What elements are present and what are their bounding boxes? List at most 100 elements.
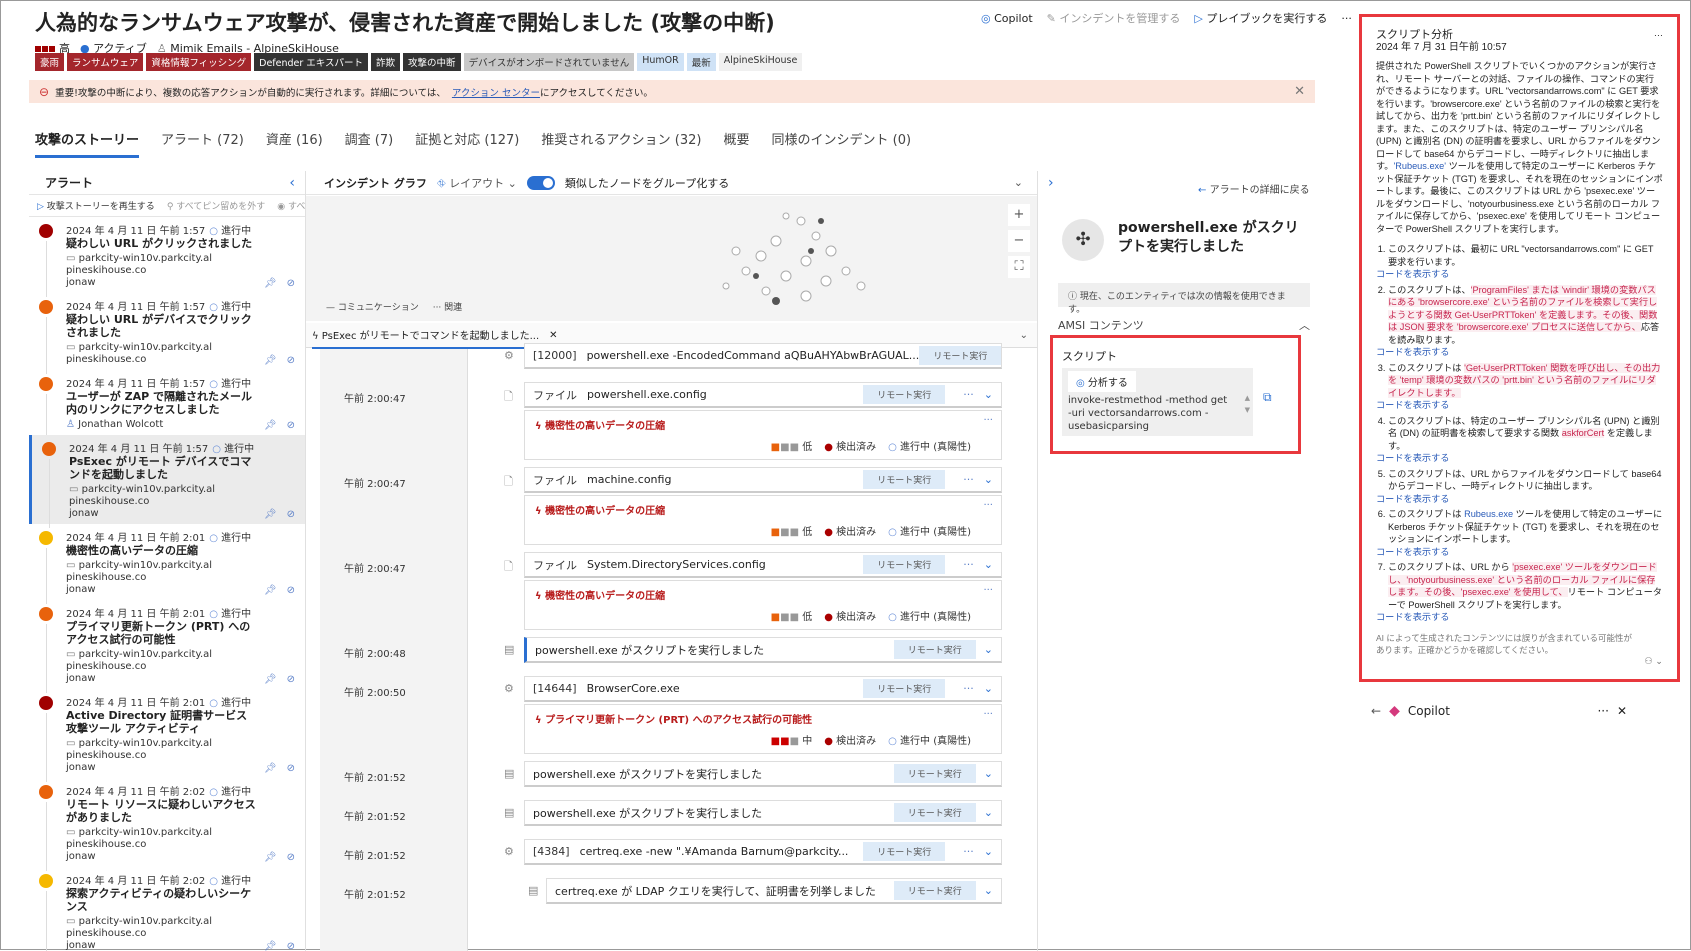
event-card[interactable]: ファイル System.DirectoryServices.config リモート実… xyxy=(524,552,1002,578)
show-code-link[interactable]: コードを表示する xyxy=(1376,611,1663,624)
more-icon[interactable]: ··· xyxy=(963,388,974,401)
event-card[interactable]: ファイル powershell.exe.config リモート実行 ··· ⌄ xyxy=(524,382,1002,408)
collapse-chevron-icon[interactable]: ‹ xyxy=(289,175,295,191)
more-icon[interactable]: ··· xyxy=(983,415,993,426)
device-name[interactable]: parkcity-win10v.parkcity.alpineskihouse.… xyxy=(66,560,212,583)
tab-1[interactable]: アラート (72) xyxy=(161,129,244,158)
alert-title[interactable]: 機密性の高いデータの圧縮 xyxy=(66,544,256,557)
alert-title[interactable]: リモート リソースに疑わしいアクセスがありました xyxy=(66,798,256,824)
user-name[interactable]: Jonathan Wolcott xyxy=(78,419,163,430)
back-arrow-icon[interactable]: ← xyxy=(1371,704,1381,718)
user-name[interactable]: jonaw xyxy=(66,762,96,773)
pin-icon[interactable]: 📌︎ xyxy=(264,585,277,596)
copy-icon[interactable]: ⧉ xyxy=(1263,390,1272,405)
chevron-down-icon[interactable]: ⌄ xyxy=(1020,330,1028,341)
tab-3[interactable]: 調査 (7) xyxy=(345,129,394,158)
more-button[interactable]: ··· xyxy=(1341,12,1352,25)
event-card[interactable]: powershell.exe がスクリプトを実行しました リモート実行 ⌄ xyxy=(524,800,1002,826)
tab-7[interactable]: 同様のインシデント (0) xyxy=(772,129,912,158)
more-icon[interactable]: ··· xyxy=(963,558,974,571)
chevron-down-icon[interactable]: ⌄ xyxy=(984,884,993,897)
run-playbook-button[interactable]: ▷ プレイブックを実行する xyxy=(1194,10,1327,26)
hide-icon[interactable]: ⊘ xyxy=(287,420,295,431)
zoom-out-button[interactable]: − xyxy=(1008,230,1030,252)
tab-0[interactable]: 攻撃のストーリー xyxy=(35,129,140,158)
alert-card-title[interactable]: ϟ 機密性の高いデータの圧縮 xyxy=(535,417,665,432)
zoom-in-button[interactable]: + xyxy=(1008,204,1030,226)
close-icon[interactable]: ✕ xyxy=(1617,704,1627,718)
user-name[interactable]: jonaw xyxy=(66,277,96,288)
pin-icon[interactable]: 📌︎ xyxy=(264,420,277,431)
alert-card[interactable]: ϟ 機密性の高いデータの圧縮 ··· ■■■ 低 ● 検出済み ○ 進行中 (真陽性) xyxy=(524,495,1002,545)
event-card[interactable]: powershell.exe がスクリプトを実行しました リモート実行 ⌄ xyxy=(524,761,1002,787)
pin-icon[interactable]: 📌︎ xyxy=(264,674,277,685)
event-card[interactable]: certreq.exe が LDAP クエリを実行して、証明書を列挙しました リモ… xyxy=(546,878,1002,904)
chevron-down-icon[interactable]: ⌄ xyxy=(984,558,993,571)
device-name[interactable]: parkcity-win10v.parkcity.alpineskihouse.… xyxy=(66,827,212,850)
show-code-link[interactable]: コードを表示する xyxy=(1376,346,1663,359)
more-icon[interactable]: ··· xyxy=(983,500,993,511)
alert-card[interactable]: ϟ 機密性の高いデータの圧縮 ··· ■■■ 低 ● 検出済み ○ 進行中 (真陽性) xyxy=(524,410,1002,460)
tab-2[interactable]: 資産 (16) xyxy=(266,129,323,158)
chevron-down-icon[interactable]: ⌄ xyxy=(984,767,993,780)
hide-icon[interactable]: ⊘ xyxy=(287,278,295,289)
hide-icon[interactable]: ⊘ xyxy=(287,674,295,685)
chevron-down-icon[interactable]: ⌄ xyxy=(984,388,993,401)
rubeus-link[interactable]: 'Rubeus.exe' xyxy=(1393,161,1446,171)
expand-chevron-icon[interactable]: ⌄ xyxy=(1014,176,1023,189)
analyze-button[interactable]: ◎ 分析する xyxy=(1068,371,1136,392)
rubeus-link[interactable]: Rubeus.exe xyxy=(1464,509,1513,519)
user-name[interactable]: jonaw xyxy=(69,508,99,519)
unpin-all-button[interactable]: ⚲ すべてピン留めを外す xyxy=(167,199,265,212)
event-card[interactable]: [14644] BrowserCore.exe リモート実行 ··· ⌄ xyxy=(524,676,1002,702)
alert-item[interactable]: 2024 年 4 月 11 日 午前 1:57進行中PsExec がリモート デ… xyxy=(29,435,305,528)
manage-incident-button[interactable]: ✎ インシデントを管理する xyxy=(1047,10,1181,26)
more-options-icon[interactable]: ··· xyxy=(1597,704,1608,718)
script-text[interactable]: invoke-restmethod -method get -uri vecto… xyxy=(1068,394,1233,433)
graph-canvas[interactable]: + − ⛶ — コミュニケーション ··· 関連 xyxy=(306,196,1037,321)
event-card[interactable]: powershell.exe がスクリプトを実行しました リモート実行 ⌄ xyxy=(524,637,1002,663)
device-name[interactable]: parkcity-win10v.parkcity.alpineskihouse.… xyxy=(66,916,212,939)
show-code-link[interactable]: コードを表示する xyxy=(1376,546,1663,559)
hide-icon[interactable]: ⊘ xyxy=(287,763,295,774)
layout-dropdown[interactable]: ⛗ レイアウト ⌄ xyxy=(437,175,517,191)
alert-title[interactable]: 疑わしい URL がデバイスでクリックされました xyxy=(66,313,256,339)
hide-icon[interactable]: ⊘ xyxy=(287,585,295,596)
more-options-icon[interactable]: ··· xyxy=(1654,29,1663,42)
device-name[interactable]: parkcity-win10v.parkcity.alpineskihouse.… xyxy=(69,484,215,507)
alert-item[interactable]: 2024 年 4 月 11 日 午前 2:01進行中機密性の高いデータの圧縮 ▭ … xyxy=(29,524,305,604)
chevron-down-icon[interactable]: ⌄ xyxy=(984,845,993,858)
alert-card[interactable]: ϟ プライマリ更新トークン (PRT) へのアクセス試行の可能性 ··· ■■■ 中… xyxy=(524,704,1002,754)
alert-item[interactable]: 2024 年 4 月 11 日 午前 1:57進行中疑わしい URL がデバイス… xyxy=(29,293,305,374)
pin-icon[interactable]: 📌︎ xyxy=(264,852,277,863)
event-card[interactable]: [4384] certreq.exe -new ".¥Amanda Barnum@… xyxy=(524,839,1002,865)
alert-card[interactable]: ϟ 機密性の高いデータの圧縮 ··· ■■■ 低 ● 検出済み ○ 進行中 (真陽性) xyxy=(524,580,1002,630)
alert-item[interactable]: 2024 年 4 月 11 日 午前 2:02進行中探索アクティビティの疑わしい… xyxy=(29,867,305,951)
device-name[interactable]: parkcity-win10v.parkcity.alpineskihouse.… xyxy=(66,649,212,672)
device-name[interactable]: parkcity-win10v.parkcity.alpineskihouse.… xyxy=(66,738,212,761)
hide-icon[interactable]: ⊘ xyxy=(287,355,295,366)
play-story-button[interactable]: ▷ 攻撃ストーリーを再生する xyxy=(37,199,155,212)
alert-title[interactable]: ユーザーが ZAP で隔離されたメール内のリンクにアクセスしました xyxy=(66,390,256,416)
amsi-header[interactable]: AMSI コンテンツ ︿ xyxy=(1058,317,1310,333)
show-code-link[interactable]: コードを表示する xyxy=(1376,493,1663,506)
pin-icon[interactable]: 📌︎ xyxy=(264,763,277,774)
device-name[interactable]: parkcity-win10v.parkcity.alpineskihouse.… xyxy=(66,342,212,365)
alert-title[interactable]: プライマリ更新トークン (PRT) へのアクセス試行の可能性 xyxy=(66,620,256,646)
device-name[interactable]: parkcity-win10v.parkcity.alpineskihouse.… xyxy=(66,253,212,276)
user-name[interactable]: jonaw xyxy=(66,584,96,595)
show-code-link[interactable]: コードを表示する xyxy=(1376,268,1663,281)
expand-right-icon[interactable]: › xyxy=(1048,175,1054,191)
alert-title[interactable]: 探索アクティビティの疑わしいシーケンス xyxy=(66,887,256,913)
alert-card-title[interactable]: ϟ 機密性の高いデータの圧縮 xyxy=(535,502,665,517)
show-code-link[interactable]: コードを表示する xyxy=(1376,399,1663,412)
tab-4[interactable]: 証拠と対応 (127) xyxy=(415,129,519,158)
group-nodes-toggle[interactable] xyxy=(526,175,555,190)
fit-screen-button[interactable]: ⛶ xyxy=(1008,256,1030,278)
chevron-down-icon[interactable]: ⌄ xyxy=(984,806,993,819)
pin-icon[interactable]: 📌︎ xyxy=(264,509,277,520)
alert-item[interactable]: 2024 年 4 月 11 日 午前 2:01進行中Active Directo… xyxy=(29,689,305,782)
more-icon[interactable]: ··· xyxy=(983,709,993,720)
more-icon[interactable]: ··· xyxy=(963,473,974,486)
pin-icon[interactable]: 📌︎ xyxy=(264,355,277,366)
